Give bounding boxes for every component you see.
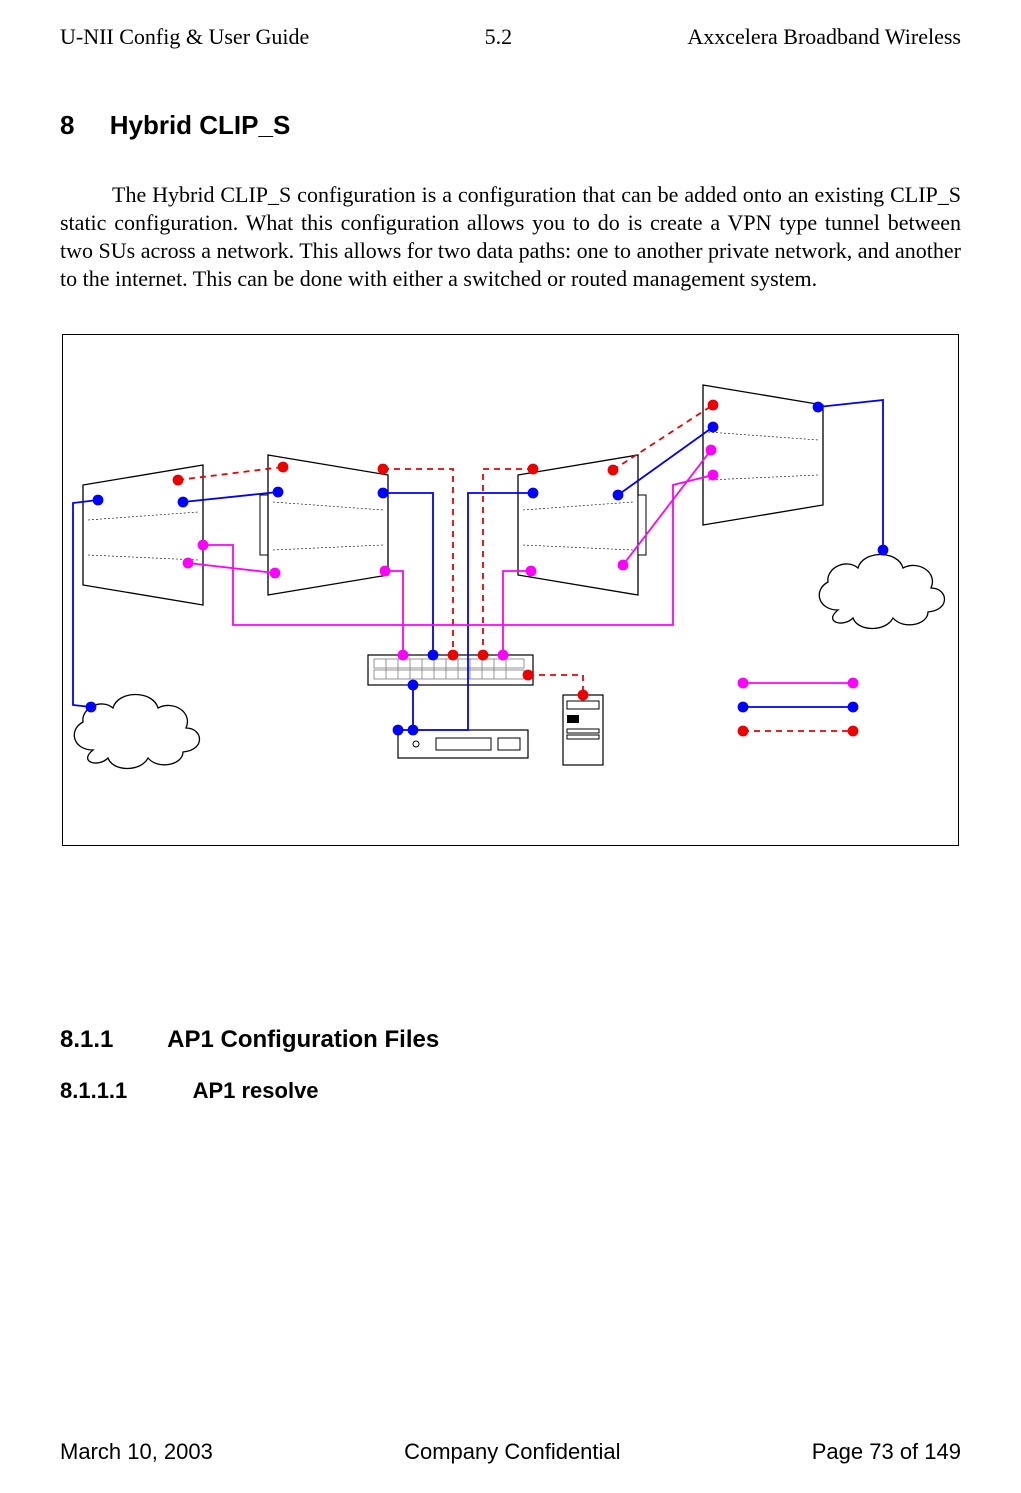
header-right: Axxcelera Broadband Wireless xyxy=(687,24,961,50)
ap-right-icon xyxy=(518,455,646,595)
network-diagram xyxy=(62,334,959,846)
footer-center: Company Confidential xyxy=(404,1439,620,1465)
ap-left-icon xyxy=(260,455,388,595)
switch-icon xyxy=(368,655,533,685)
footer-right: Page 73 of 149 xyxy=(812,1439,961,1465)
section-8-title: Hybrid CLIP_S xyxy=(110,110,291,140)
page-header: U-NII Config & User Guide 5.2 Axxcelera … xyxy=(60,24,961,50)
section-8-heading: 8 Hybrid CLIP_S xyxy=(60,110,961,141)
cloud-right-icon xyxy=(819,554,944,628)
header-left: U-NII Config & User Guide xyxy=(60,24,309,50)
cloud-left-icon xyxy=(74,694,199,768)
page-footer: March 10, 2003 Company Confidential Page… xyxy=(60,1439,961,1465)
section-8-1-1-1-heading: 8.1.1.1 AP1 resolve xyxy=(60,1078,961,1104)
network-diagram-svg xyxy=(63,335,958,845)
section-8-1-1-title: AP1 Configuration Files xyxy=(167,1026,439,1053)
section-8-1-1-heading: 8.1.1 AP1 Configuration Files xyxy=(60,1026,961,1054)
section-8-number: 8 xyxy=(60,110,74,141)
su-right-icon xyxy=(703,385,823,525)
footer-left: March 10, 2003 xyxy=(60,1439,213,1465)
section-8-paragraph: The Hybrid CLIP_S configuration is a con… xyxy=(60,181,961,294)
su-left-icon xyxy=(83,465,203,605)
section-8-1-1-1-title: AP1 resolve xyxy=(193,1078,319,1103)
section-8-1-1-number: 8.1.1 xyxy=(60,1026,113,1054)
server-icon xyxy=(563,695,603,765)
header-center: 5.2 xyxy=(485,24,513,50)
modem-icon xyxy=(398,730,528,758)
legend xyxy=(743,683,853,731)
section-8-1-1-1-number: 8.1.1.1 xyxy=(60,1078,127,1104)
